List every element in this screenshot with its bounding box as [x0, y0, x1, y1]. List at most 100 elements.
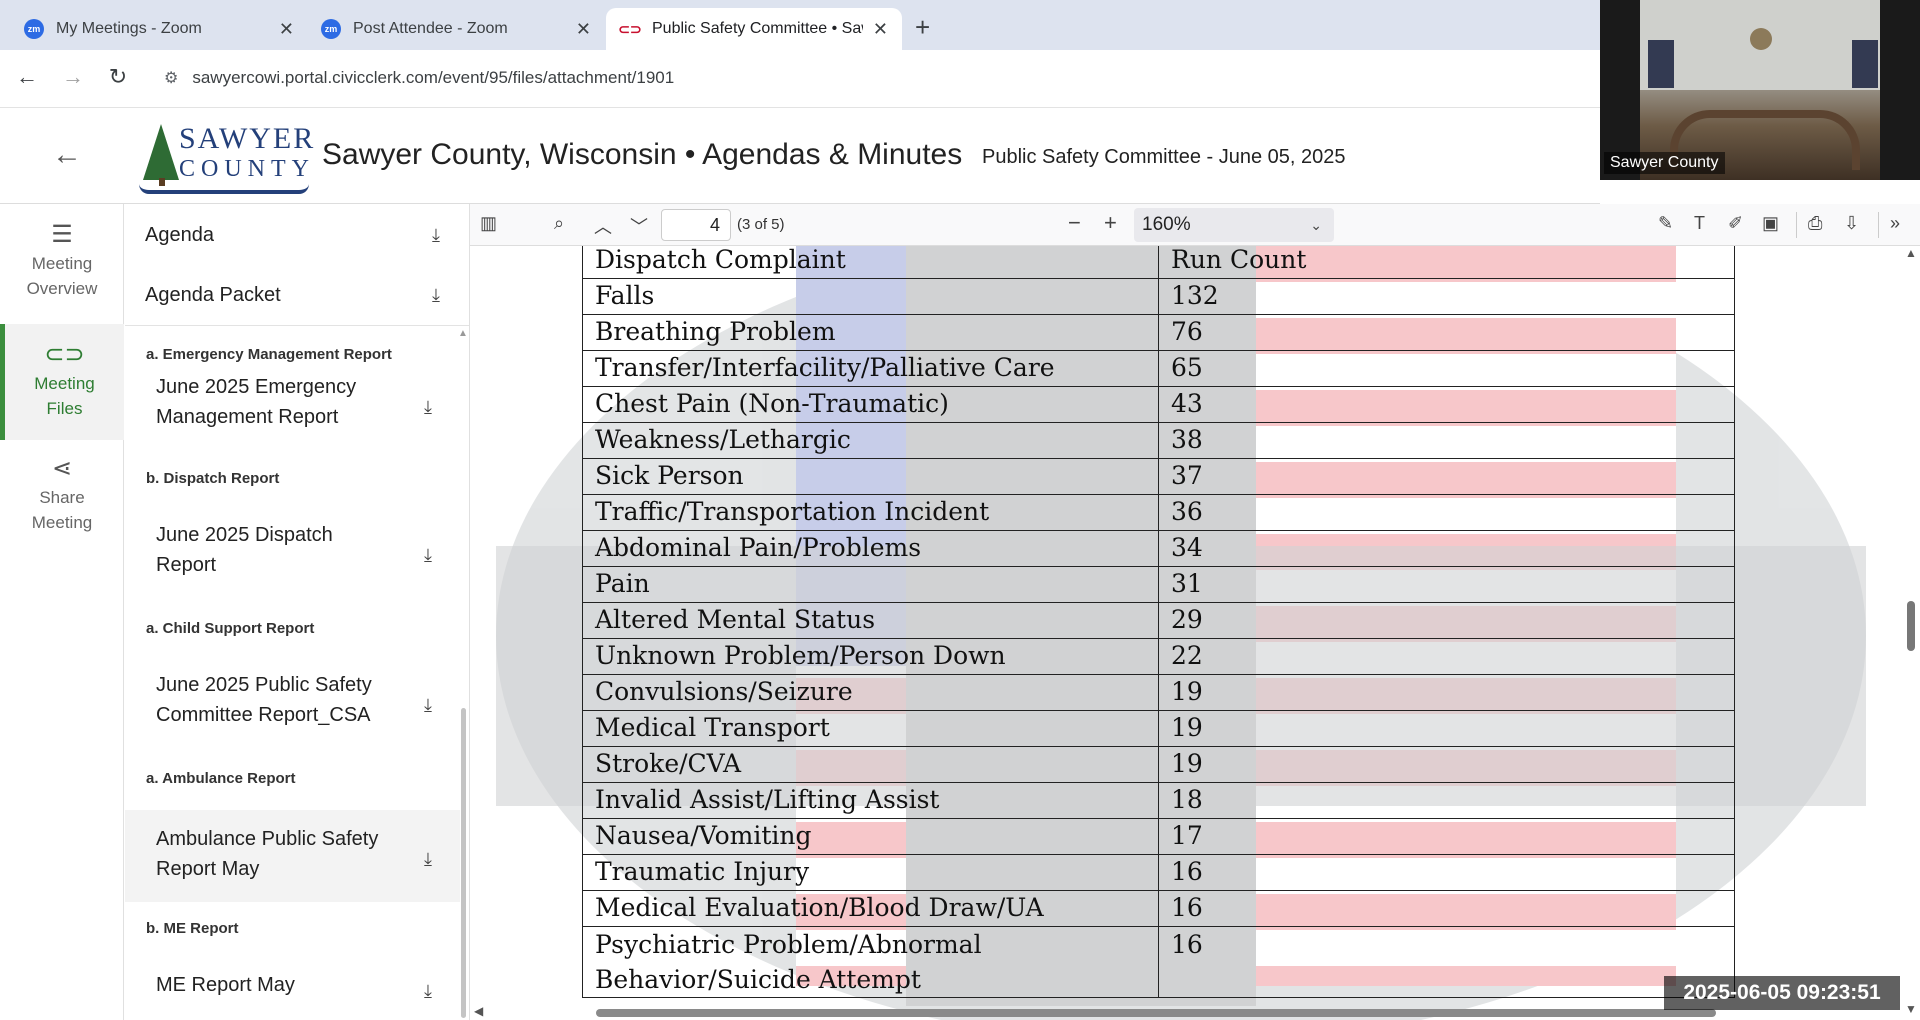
table-row: Convulsions/Seizure 19	[582, 674, 1735, 711]
zoom-video-tile[interactable]: Sawyer County	[1600, 0, 1920, 180]
table-row: Abdominal Pain/Problems 34	[582, 530, 1735, 567]
file-emergency-management-report[interactable]: June 2025 Emergency Management Report ⤓	[125, 372, 460, 436]
tab-public-safety-committee[interactable]: ⊂⊃ Public Safety Committee • Saw ✕	[606, 8, 902, 50]
file-ambulance-report[interactable]: Ambulance Public Safety Report May ⤓	[125, 810, 460, 902]
download-icon[interactable]: ⤓	[414, 540, 442, 570]
complaint-cell: Altered Mental Status	[582, 602, 1159, 639]
file-child-support-report[interactable]: June 2025 Public Safety Committee Report…	[125, 670, 460, 734]
file-me-report[interactable]: ME Report May ⤓	[125, 970, 460, 1006]
zoom-in-icon[interactable]: +	[1104, 210, 1117, 236]
table-row: Psychiatric Problem/Abnormal Behavior/Sui…	[582, 926, 1735, 998]
participant-name: Sawyer County	[1604, 152, 1725, 174]
run-count-cell: 37	[1158, 458, 1735, 495]
close-tab-icon[interactable]: ✕	[279, 19, 294, 40]
complaint-cell: Traumatic Injury	[582, 854, 1159, 891]
page-number-input[interactable]: 4	[661, 209, 731, 241]
run-count-cell: 22	[1158, 638, 1735, 675]
browser-toolbar: ← → ↻ ⚙ sawyercowi.portal.civicclerk.com…	[0, 50, 1600, 108]
rail-meeting-overview[interactable]: ☰ Meeting Overview	[0, 222, 124, 306]
table-row: Chest Pain (Non-Traumatic) 43	[582, 386, 1735, 423]
complaint-cell: Stroke/CVA	[582, 746, 1159, 783]
complaint-cell: Chest Pain (Non-Traumatic)	[582, 386, 1159, 423]
new-tab-icon[interactable]: +	[915, 12, 930, 43]
table-row: Sick Person 37	[582, 458, 1735, 495]
download-icon[interactable]: ⤓	[414, 392, 442, 422]
site-header: ← SAWYER COUNTY Sawyer County, Wisconsin…	[0, 108, 1600, 204]
zoom-select[interactable]: 160% ⌄	[1134, 208, 1334, 242]
more-tools-icon[interactable]: »	[1890, 213, 1900, 234]
tab-label: Public Safety Committee • Saw	[652, 20, 863, 37]
address-bar[interactable]: ⚙ sawyercowi.portal.civicclerk.com/event…	[150, 58, 1590, 98]
text-icon[interactable]: T	[1694, 213, 1705, 234]
file-agenda-packet[interactable]: Agenda Packet ⤓	[125, 266, 469, 324]
site-title: Sawyer County, Wisconsin • Agendas & Min…	[322, 138, 963, 171]
run-count-cell: 19	[1158, 746, 1735, 783]
url-text: sawyercowi.portal.civicclerk.com/event/9…	[192, 68, 675, 87]
complaint-cell: Medical Evaluation/Blood Draw/UA	[582, 890, 1159, 927]
scroll-left-icon[interactable]: ◀	[474, 1004, 483, 1018]
tab-label: My Meetings - Zoom	[56, 20, 202, 37]
run-count-cell: 17	[1158, 818, 1735, 855]
site-settings-icon[interactable]: ⚙	[164, 68, 178, 88]
scroll-up-icon[interactable]: ▲	[1905, 246, 1917, 260]
dispatch-complaint-table: Dispatch Complaint Run Count Falls 132 Bre…	[582, 246, 1735, 998]
print-icon[interactable]: ⎙	[1808, 213, 1822, 234]
zoom-favicon-icon: zm	[321, 19, 341, 39]
run-count-cell: 29	[1158, 602, 1735, 639]
close-tab-icon[interactable]: ✕	[873, 19, 888, 40]
chevron-down-icon: ⌄	[1310, 217, 1322, 233]
download-icon[interactable]: ⤓	[414, 690, 442, 720]
county-seal-icon	[1750, 28, 1772, 50]
highlight-icon[interactable]: ✎	[1658, 213, 1673, 234]
table-row: Breathing Problem 76	[582, 314, 1735, 351]
zoom-out-icon[interactable]: −	[1068, 210, 1081, 236]
close-tab-icon[interactable]: ✕	[576, 19, 591, 40]
pdf-toolbar: ▥ ⌕ ︿ ﹀ 4 (3 of 5) − + 160% ⌄ ✎ T ✐ ▣ ⎙ …	[470, 204, 1920, 246]
table-row: Invalid Assist/Lifting Assist 18	[582, 782, 1735, 819]
draw-icon[interactable]: ✐	[1728, 213, 1743, 234]
table-row: Pain 31	[582, 566, 1735, 603]
add-image-icon[interactable]: ▣	[1762, 213, 1779, 234]
download-icon[interactable]: ⤓	[422, 225, 450, 246]
table-row: Traffic/Transportation Incident 36	[582, 494, 1735, 531]
save-icon[interactable]: ⇩	[1844, 213, 1859, 234]
run-count-cell: 34	[1158, 530, 1735, 567]
tab-post-attendee[interactable]: zm Post Attendee - Zoom ✕	[307, 8, 605, 50]
file-dispatch-report[interactable]: June 2025 Dispatch Report ⤓	[125, 520, 460, 584]
pdf-vertical-scrollbar[interactable]: ▲ ▼	[1902, 246, 1920, 1020]
complaint-cell: Convulsions/Seizure	[582, 674, 1159, 711]
search-icon[interactable]: ⌕	[554, 213, 564, 234]
meeting-title: Public Safety Committee - June 05, 2025	[982, 146, 1346, 168]
civicclerk-favicon-icon: ⊂⊃	[618, 20, 642, 37]
table-row: Medical Transport 19	[582, 710, 1735, 747]
files-scrollbar[interactable]: ▲	[458, 328, 468, 1020]
table-row: Nausea/Vomiting 17	[582, 818, 1735, 855]
reload-icon[interactable]: ↻	[103, 64, 133, 90]
run-count-cell: 18	[1158, 782, 1735, 819]
rail-meeting-files[interactable]: ⊂⊃ Meeting Files	[0, 324, 124, 440]
download-icon[interactable]: ⤓	[414, 976, 442, 1006]
table-row: Stroke/CVA 19	[582, 746, 1735, 783]
list-icon: ☰	[51, 221, 73, 248]
pdf-page: Dispatch Complaint Run Count Falls 132 Bre…	[470, 246, 1920, 1020]
run-count-cell: 16	[1158, 926, 1735, 998]
scroll-down-icon[interactable]: ▼	[1905, 1002, 1917, 1016]
download-icon[interactable]: ⤓	[414, 844, 442, 874]
sidebar-toggle-icon[interactable]: ▥	[480, 213, 497, 234]
download-icon[interactable]: ⤓	[422, 285, 450, 306]
forward-icon[interactable]: →	[58, 64, 88, 90]
file-agenda[interactable]: Agenda ⤓	[125, 206, 469, 264]
rail-share-meeting[interactable]: ⋖ Share Meeting	[0, 456, 124, 540]
sawyer-county-logo[interactable]: SAWYER COUNTY	[135, 118, 313, 198]
back-icon[interactable]: ←	[12, 64, 42, 90]
section-label: a. Ambulance Report	[146, 770, 296, 787]
previous-page-icon[interactable]: ︿	[594, 213, 612, 239]
tab-my-meetings[interactable]: zm My Meetings - Zoom ✕	[10, 8, 308, 50]
section-label: a. Emergency Management Report	[146, 346, 392, 363]
section-label: b. Dispatch Report	[146, 470, 280, 487]
complaint-cell: Sick Person	[582, 458, 1159, 495]
complaint-cell: Abdominal Pain/Problems	[582, 530, 1159, 567]
next-page-icon[interactable]: ﹀	[630, 213, 648, 239]
back-arrow-icon[interactable]: ←	[52, 138, 82, 172]
pdf-viewer: ▥ ⌕ ︿ ﹀ 4 (3 of 5) − + 160% ⌄ ✎ T ✐ ▣ ⎙ …	[470, 204, 1920, 1020]
